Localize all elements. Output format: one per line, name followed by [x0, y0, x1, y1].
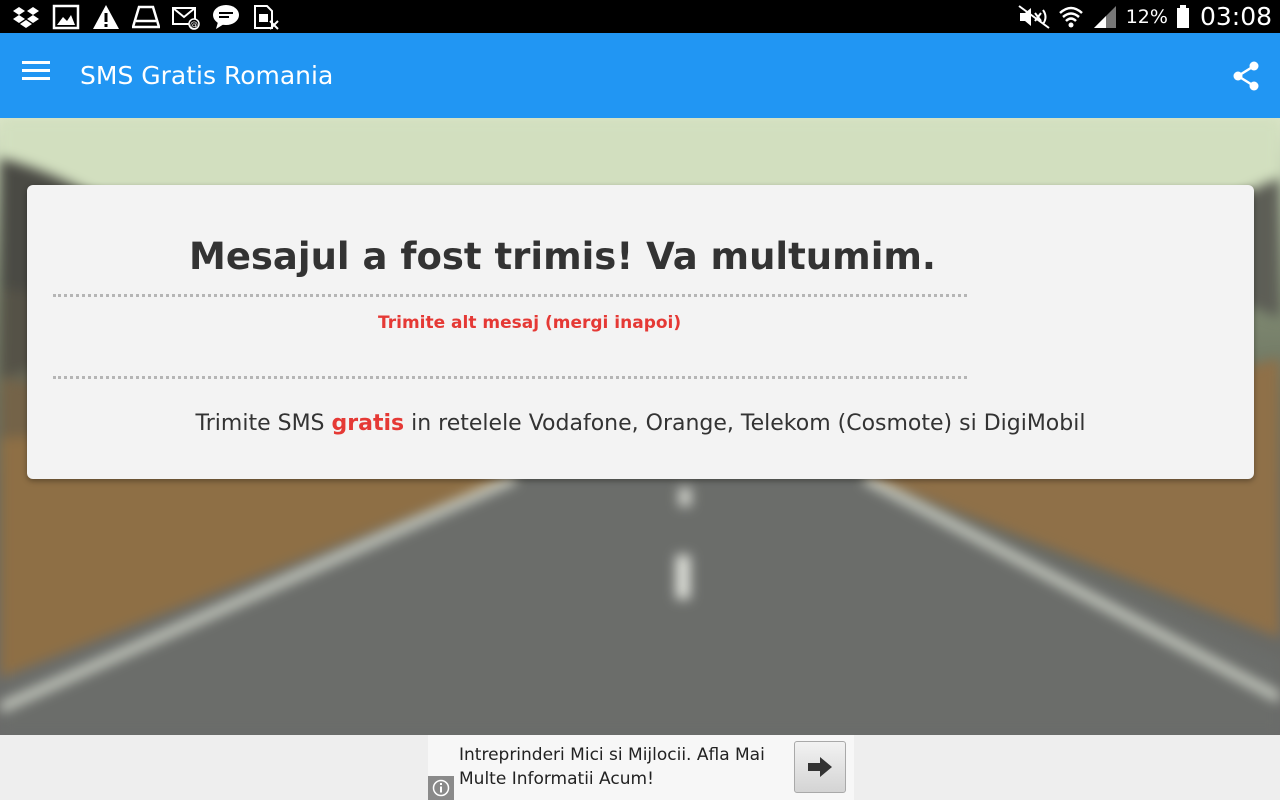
ad-text: Intreprinderi Mici si Mijlocii. Afla Mai… [459, 745, 765, 789]
hamburger-icon [22, 61, 50, 64]
system-indicators: 12% 03:08 [1018, 0, 1272, 33]
ad-banner[interactable]: Intreprinderi Mici si Mijlocii. Afla Mai… [428, 735, 854, 800]
sim-icon [254, 5, 279, 30]
notification-icons: @ [12, 4, 280, 30]
wifi-icon [1058, 6, 1083, 27]
email-icon: @ [172, 7, 200, 30]
tagline: Trimite SMS gratis in retelele Vodafone,… [27, 411, 1254, 436]
app-bar: SMS Gratis Romania [0, 33, 1280, 118]
ad-bar: Intreprinderi Mici si Mijlocii. Afla Mai… [0, 735, 1280, 800]
svg-text:@: @ [190, 20, 198, 29]
app-title: SMS Gratis Romania [80, 61, 334, 90]
menu-button[interactable] [22, 61, 54, 91]
clock: 03:08 [1199, 2, 1272, 31]
dropbox-icon [13, 7, 39, 28]
mute-icon [1018, 4, 1050, 29]
signal-icon [1093, 5, 1116, 28]
ad-info-button[interactable] [428, 776, 454, 800]
battery-percent: 12% [1125, 5, 1168, 28]
success-message: Mesajul a fost trimis! Va multumim. [189, 235, 936, 278]
arrow-right-icon [808, 757, 832, 777]
ad-arrow-button[interactable] [794, 741, 846, 793]
confirmation-card: Mesajul a fost trimis! Va multumim. Trim… [27, 185, 1254, 479]
chat-icon [213, 5, 239, 29]
gallery-icon [52, 4, 80, 30]
divider [53, 376, 967, 379]
battery-icon [1176, 4, 1189, 28]
tagline-accent: gratis [331, 411, 405, 436]
send-another-link[interactable]: Trimite alt mesaj (mergi inapoi) [378, 313, 681, 333]
status-bar: @ 12% 03:08 [0, 0, 1280, 33]
drive-icon [132, 5, 160, 29]
tagline-suffix: in retelele Vodafone, Orange, Telekom (C… [404, 411, 1086, 436]
info-icon [432, 779, 450, 797]
warning-icon [93, 5, 119, 29]
tagline-prefix: Trimite SMS [195, 411, 332, 436]
divider [53, 294, 967, 297]
share-icon[interactable] [1230, 60, 1262, 92]
